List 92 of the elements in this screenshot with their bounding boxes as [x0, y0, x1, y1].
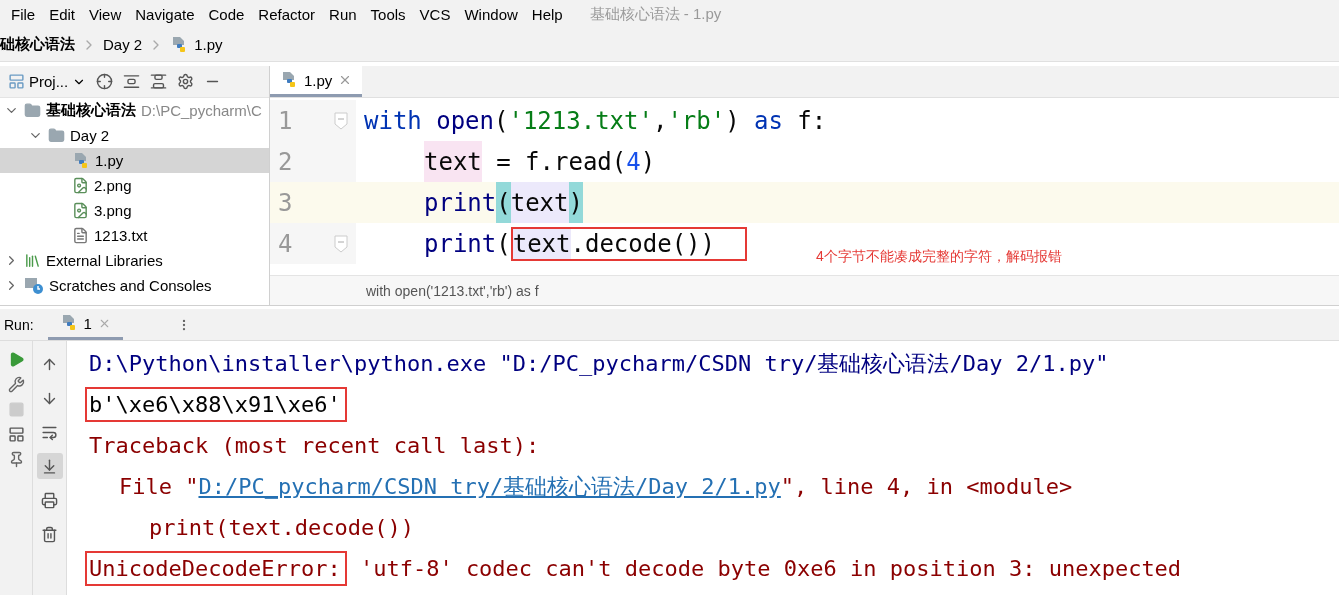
tree-item[interactable]: Day 2 [0, 123, 269, 148]
project-view-dropdown[interactable]: Proj... [8, 73, 87, 90]
console-text: b'\xe6\x88\x91\xe6' [85, 387, 347, 422]
locate-icon[interactable] [96, 73, 114, 90]
menu-item[interactable]: Run [322, 5, 364, 23]
run-label: Run: [4, 316, 34, 333]
scroll-end-icon [41, 457, 58, 475]
annotation-note: 4个字节不能凑成完整的字符，解码报错 [816, 248, 1062, 266]
breadcrumb-item[interactable]: 1.py [194, 36, 223, 53]
panel-icon [8, 73, 25, 90]
code-token: 'rb' [667, 105, 726, 137]
code-token: open [436, 105, 494, 137]
tree-item[interactable]: 1.py [0, 148, 269, 173]
code-token: print [424, 187, 497, 219]
console-tool-button[interactable] [36, 453, 63, 479]
path-hint: D:\PC_pycharm\C [141, 102, 262, 119]
menu-item[interactable]: Refactor [251, 5, 323, 23]
code-token: ( [496, 228, 511, 260]
menu-item[interactable]: File [4, 5, 43, 23]
fold-marker-icon[interactable] [334, 234, 348, 253]
tree-item-label: External Libraries [46, 252, 163, 269]
editor-tab[interactable]: 1.py [270, 66, 363, 97]
image-file-icon [72, 202, 89, 219]
code-token: as [754, 105, 783, 137]
layout-icon[interactable] [7, 426, 25, 443]
code-token: ) [640, 146, 656, 178]
code-token: print [424, 228, 497, 260]
python-file-icon [72, 151, 90, 170]
code-token: with [364, 105, 422, 137]
code-token: text [512, 228, 571, 259]
tree-item-label: 1.py [95, 152, 124, 169]
code-token: text [510, 182, 569, 223]
menu-item[interactable]: Edit [42, 5, 83, 23]
console-text: D:\Python\installer\python.exe "D:/PC_pycharm/CSDN try/基础核心语法/Day 2/1.py" [89, 349, 1109, 378]
menu-item[interactable]: Code [201, 5, 252, 23]
tree-item[interactable]: Scratches and Consoles [0, 273, 269, 298]
tree-item[interactable]: 2.png [0, 173, 269, 198]
menu-item[interactable]: Help [524, 5, 570, 23]
tree-item[interactable]: 基础核心语法 D:\PC_pycharm\C [0, 98, 269, 123]
collapse-all-icon[interactable] [150, 73, 168, 90]
code-token: f: [797, 105, 827, 137]
code-path[interactable]: with open('1213.txt','rb') as f [366, 282, 539, 299]
tree-item-label: 基础核心语法 [46, 101, 136, 120]
text-file-icon [72, 227, 89, 244]
menu-item[interactable]: Window [457, 5, 525, 23]
library-icon [24, 252, 41, 269]
code-token: ( [496, 182, 511, 223]
code-token: text [424, 141, 482, 182]
line-number: 2 [278, 147, 293, 176]
line-number: 1 [278, 106, 293, 135]
code-token: ) [725, 105, 740, 137]
tree-item[interactable]: 3.png [0, 198, 269, 223]
console-text: Traceback (most recent call last): [89, 433, 540, 458]
code-token: , [652, 105, 668, 137]
window-title: 基础核心语法 - 1.py [589, 4, 722, 24]
scratches-icon [24, 276, 44, 295]
code-token: '1213.txt' [508, 105, 653, 137]
breadcrumb-item[interactable]: Day 2 [103, 36, 143, 53]
code-token: ( [494, 105, 509, 137]
menu-item[interactable]: Navigate [128, 5, 202, 23]
tree-item-label: 1213.txt [94, 227, 148, 244]
console-text: print(text.decode()) [149, 515, 414, 540]
breadcrumb-item[interactable]: 础核心语法 [0, 35, 75, 54]
tree-item-label: 2.png [94, 177, 132, 194]
console-text: UnicodeDecodeError: [85, 551, 347, 586]
tree-item-label: Scratches and Consoles [49, 277, 212, 294]
console-text: File " [119, 474, 199, 499]
folder-icon [48, 127, 65, 144]
expand-all-icon[interactable] [123, 73, 141, 90]
fold-marker-icon[interactable] [334, 111, 348, 130]
code-token: .decode()) [570, 228, 715, 259]
tree-item[interactable]: External Libraries [0, 248, 269, 273]
wrench-icon[interactable] [7, 376, 25, 393]
menu-item[interactable]: Tools [363, 5, 413, 23]
code-token: 4 [626, 146, 641, 178]
menu-item[interactable]: View [82, 5, 129, 23]
trash-icon [41, 525, 58, 543]
image-file-icon [72, 177, 89, 194]
console-text: ", line 4, in <module> [780, 474, 1073, 499]
folder-icon [24, 102, 41, 119]
line-number: 4 [278, 229, 293, 258]
file-link[interactable]: D:/PC_pycharm/CSDN try/基础核心语法/Day 2/1.py [198, 471, 781, 502]
code-token: = f.read( [496, 146, 627, 178]
tree-item-label: 3.png [94, 202, 132, 219]
line-number: 3 [278, 188, 293, 217]
menu-item[interactable]: VCS [412, 5, 458, 23]
tree-item-label: Day 2 [70, 127, 110, 144]
console-text: 'utf-8' codec can't decode byte 0xe6 in position 3: unexpected [358, 556, 1182, 581]
settings-icon[interactable] [177, 73, 195, 90]
python-file-icon [280, 71, 298, 89]
tree-item[interactable]: 1213.txt [0, 223, 269, 248]
print-icon [41, 491, 58, 509]
